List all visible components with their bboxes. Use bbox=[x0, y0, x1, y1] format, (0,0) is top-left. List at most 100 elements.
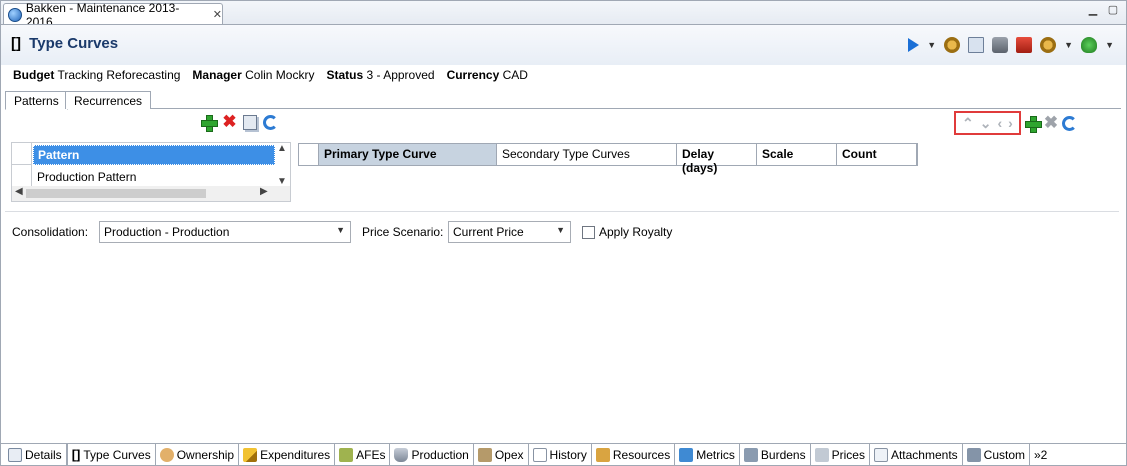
editor-frame: [] Type Curves ▼ ▼ ▼ Budget Tracking Ref… bbox=[0, 24, 1127, 466]
price-scenario-select[interactable]: Current Price ▼ bbox=[448, 221, 571, 243]
column-delay[interactable]: Delay (days) bbox=[677, 144, 757, 175]
move-right-icon[interactable]: › bbox=[1008, 115, 1013, 131]
shield-icon[interactable] bbox=[1081, 37, 1098, 53]
tab-label: Attachments bbox=[890, 447, 958, 462]
delete-icon[interactable]: ✖ bbox=[222, 113, 237, 130]
tab-label: Type Curves bbox=[83, 447, 151, 462]
pattern-column-header[interactable]: Pattern bbox=[33, 145, 275, 165]
tab-label: AFEs bbox=[356, 447, 386, 462]
tab-label: Ownership bbox=[176, 447, 235, 462]
opex-icon bbox=[477, 447, 492, 462]
tab-opex[interactable]: Opex bbox=[474, 444, 529, 465]
column-scale[interactable]: Scale bbox=[757, 144, 837, 165]
close-icon[interactable]: ✕ bbox=[213, 8, 222, 21]
calculator-icon bbox=[966, 447, 981, 462]
handshake-icon bbox=[159, 447, 174, 462]
burdens-icon bbox=[743, 447, 758, 462]
chevron-down-icon: ▼ bbox=[556, 225, 565, 235]
apply-royalty-checkbox[interactable] bbox=[582, 225, 595, 239]
manager-value: Colin Mockry bbox=[245, 68, 315, 82]
currency-value: CAD bbox=[502, 68, 528, 82]
tab-label: Opex bbox=[494, 447, 524, 462]
tab-production[interactable]: Production bbox=[390, 444, 474, 465]
scroll-right-icon[interactable]: ▶ bbox=[260, 186, 268, 197]
handshake-icon[interactable] bbox=[992, 37, 1009, 53]
chevron-down-icon[interactable]: ▼ bbox=[1064, 40, 1073, 50]
tab-afes[interactable]: AFEs bbox=[335, 444, 391, 465]
pattern-table: Pattern Production Pattern ▲ ▼ ◀ ▶ bbox=[11, 142, 291, 202]
scrollbar-thumb[interactable] bbox=[26, 189, 206, 198]
tab-label: Expenditures bbox=[260, 447, 331, 462]
editor-tab-strip: Bakken - Maintenance 2013-2016 ✕ ▁ ▢ bbox=[0, 0, 1127, 29]
consolidation-form: Consolidation: Production - Production ▼… bbox=[12, 221, 672, 243]
tab-details[interactable]: Details bbox=[4, 444, 67, 465]
editor-tab[interactable]: Bakken - Maintenance 2013-2016 ✕ bbox=[3, 1, 223, 29]
row-header-column bbox=[12, 143, 32, 187]
afe-icon bbox=[339, 447, 354, 462]
tab-label: History bbox=[549, 447, 587, 462]
copy-icon[interactable] bbox=[243, 115, 257, 130]
move-up-icon[interactable]: ⌃ bbox=[962, 115, 974, 132]
chevron-down-icon[interactable]: ▼ bbox=[1105, 40, 1114, 50]
column-count[interactable]: Count bbox=[837, 144, 917, 165]
maximize-icon[interactable]: ▢ bbox=[1106, 4, 1120, 18]
apply-royalty-option[interactable]: Apply Royalty bbox=[582, 225, 672, 239]
tab-label: Prices bbox=[831, 447, 865, 462]
table-row[interactable]: Production Pattern bbox=[33, 167, 275, 187]
page-title: [] Type Curves bbox=[11, 35, 118, 52]
scroll-left-icon[interactable]: ◀ bbox=[15, 186, 23, 197]
tab-ownership[interactable]: Ownership bbox=[156, 444, 240, 465]
type-curves-icon: [] bbox=[11, 35, 21, 52]
refresh-icon[interactable] bbox=[263, 115, 278, 130]
tab-patterns[interactable]: Patterns bbox=[5, 91, 68, 110]
tab-attachments[interactable]: Attachments bbox=[870, 444, 963, 465]
run-icon[interactable] bbox=[908, 38, 920, 52]
tab-metrics[interactable]: Metrics bbox=[675, 444, 740, 465]
budget-summary: Budget Tracking Reforecasting Manager Co… bbox=[13, 68, 528, 82]
workflow-icon[interactable] bbox=[1040, 37, 1057, 53]
apply-royalty-label: Apply Royalty bbox=[599, 225, 673, 239]
tab-type-curves[interactable]: [] Type Curves bbox=[66, 444, 156, 465]
report-icon[interactable] bbox=[1016, 37, 1033, 53]
subtab-bar: Patterns Recurrences bbox=[5, 91, 1121, 110]
metrics-icon bbox=[679, 447, 694, 462]
manager-label: Manager bbox=[192, 68, 242, 82]
tab-expenditures[interactable]: Expenditures bbox=[239, 444, 336, 465]
document-icon[interactable] bbox=[968, 37, 985, 53]
attachment-icon bbox=[873, 447, 888, 462]
page-title-text: Type Curves bbox=[29, 35, 119, 52]
tab-custom[interactable]: Custom bbox=[963, 444, 1030, 465]
minimize-icon[interactable]: ▁ bbox=[1086, 4, 1100, 18]
scroll-up-icon[interactable]: ▲ bbox=[277, 143, 287, 154]
refresh-icon[interactable] bbox=[1062, 115, 1078, 131]
add-icon[interactable] bbox=[201, 115, 218, 132]
tab-burdens[interactable]: Burdens bbox=[740, 444, 811, 465]
tab-prices[interactable]: Prices bbox=[811, 444, 870, 465]
tab-label: Custom bbox=[983, 447, 1025, 462]
row-header-cell bbox=[299, 144, 319, 165]
resources-icon bbox=[595, 447, 610, 462]
form-header: [] Type Curves ▼ ▼ ▼ bbox=[1, 25, 1126, 65]
curve-toolbar: ⌃ ⌄ ‹ › ✖ bbox=[954, 111, 1078, 135]
more-tabs-button[interactable]: »2 bbox=[1030, 444, 1047, 465]
column-secondary-type-curves[interactable]: Secondary Type Curves bbox=[497, 144, 677, 165]
move-down-icon[interactable]: ⌄ bbox=[980, 115, 992, 132]
tab-resources[interactable]: Resources bbox=[592, 444, 676, 465]
delete-icon[interactable]: ✖ bbox=[1044, 113, 1058, 133]
horizontal-scrollbar[interactable]: ◀ ▶ bbox=[12, 186, 290, 201]
price-scenario-value: Current Price bbox=[453, 225, 524, 239]
budget-value: Tracking bbox=[57, 68, 104, 82]
tab-recurrences[interactable]: Recurrences bbox=[65, 91, 152, 109]
vertical-scrollbar[interactable]: ▲ ▼ bbox=[274, 143, 290, 187]
move-controls-box: ⌃ ⌄ ‹ › bbox=[954, 111, 1021, 135]
window-controls: ▁ ▢ bbox=[1086, 4, 1120, 18]
consolidation-select[interactable]: Production - Production ▼ bbox=[99, 221, 351, 243]
tab-history[interactable]: History bbox=[529, 444, 592, 465]
add-icon[interactable] bbox=[1024, 115, 1042, 133]
column-primary-type-curve[interactable]: Primary Type Curve bbox=[319, 144, 497, 165]
settings-icon[interactable] bbox=[944, 37, 961, 53]
chevron-down-icon[interactable]: ▼ bbox=[927, 40, 936, 50]
move-left-icon[interactable]: ‹ bbox=[997, 115, 1002, 131]
consolidation-value: Production - Production bbox=[104, 225, 230, 239]
budget-extra: Reforecasting bbox=[106, 68, 181, 82]
